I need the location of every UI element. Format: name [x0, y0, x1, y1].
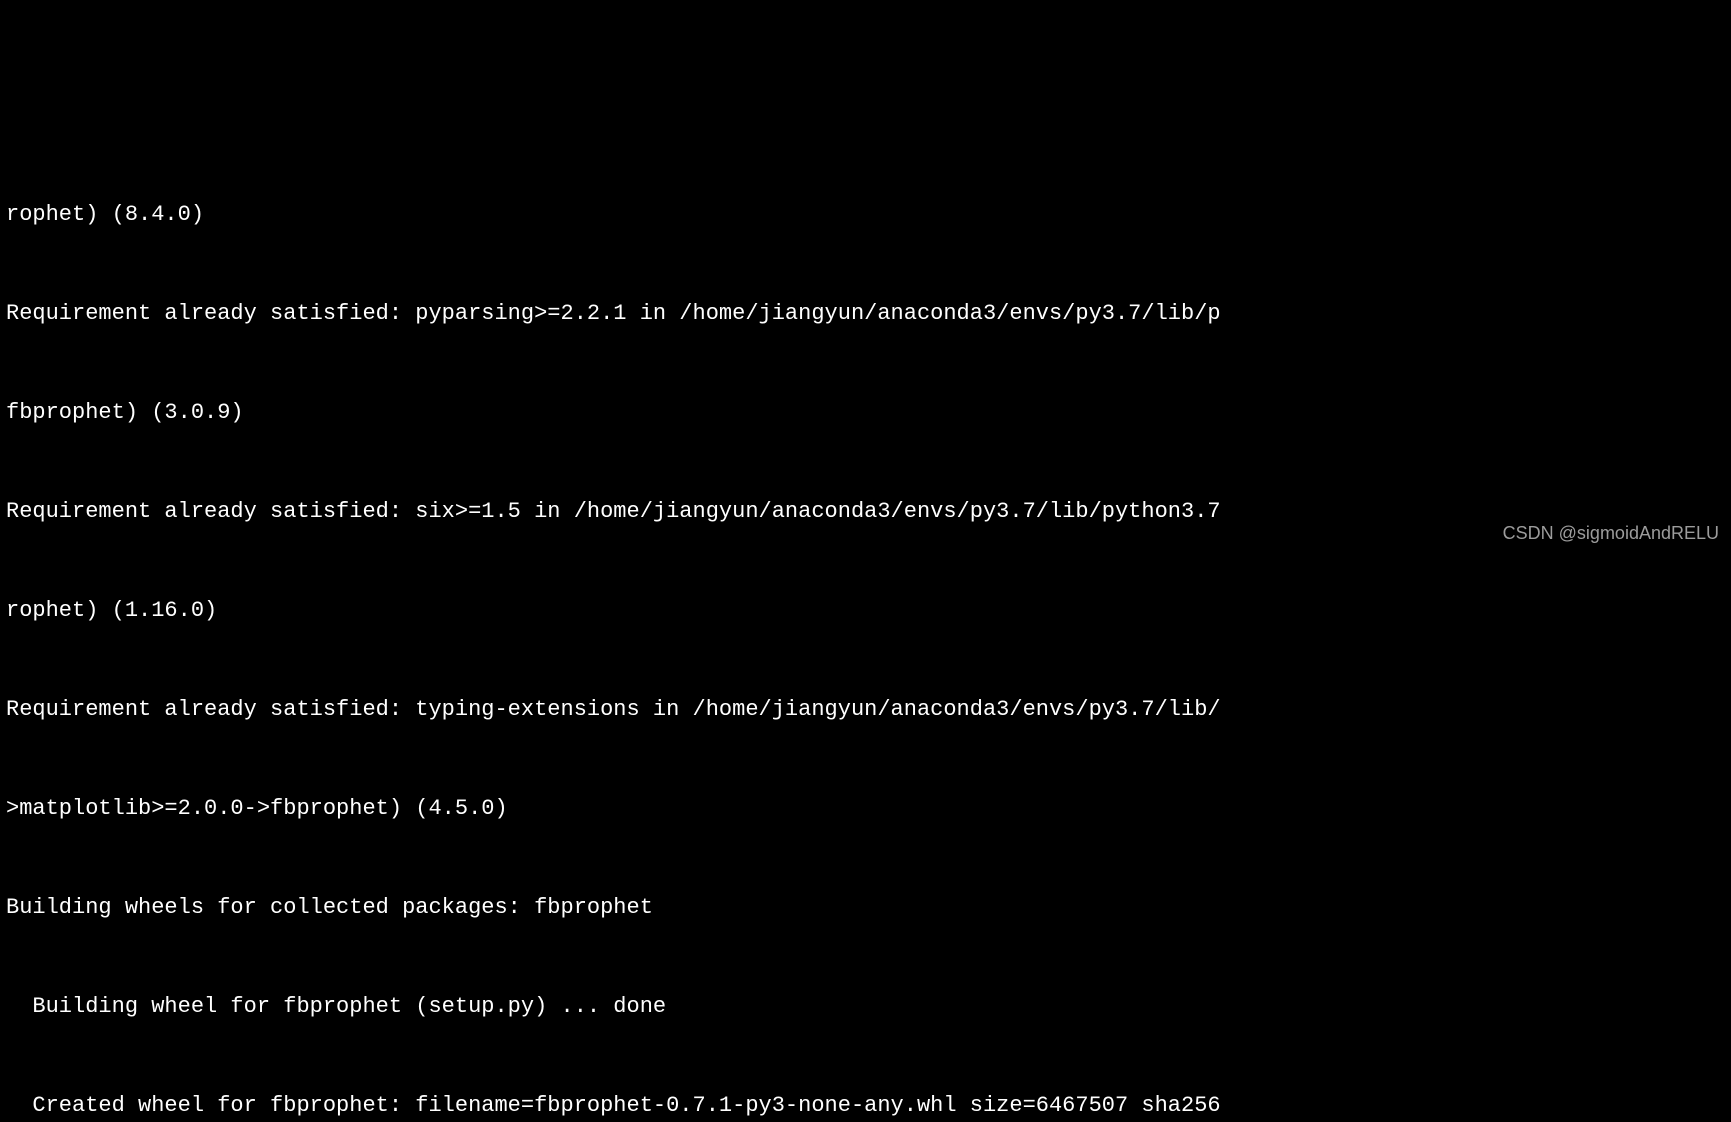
terminal-line: Requirement already satisfied: six>=1.5 … [6, 495, 1725, 528]
terminal-line: Requirement already satisfied: typing-ex… [6, 693, 1725, 726]
terminal-output: rophet) (8.4.0) Requirement already sati… [0, 132, 1731, 1122]
terminal-line: rophet) (8.4.0) [6, 198, 1725, 231]
terminal-line: Building wheels for collected packages: … [6, 891, 1725, 924]
csdn-watermark: CSDN @sigmoidAndRELU [1503, 520, 1719, 547]
terminal-line: rophet) (1.16.0) [6, 594, 1725, 627]
terminal-line: Requirement already satisfied: pyparsing… [6, 297, 1725, 330]
terminal-line: >matplotlib>=2.0.0->fbprophet) (4.5.0) [6, 792, 1725, 825]
terminal-line: fbprophet) (3.0.9) [6, 396, 1725, 429]
terminal-line: Created wheel for fbprophet: filename=fb… [6, 1089, 1725, 1122]
terminal-line: Building wheel for fbprophet (setup.py) … [6, 990, 1725, 1023]
